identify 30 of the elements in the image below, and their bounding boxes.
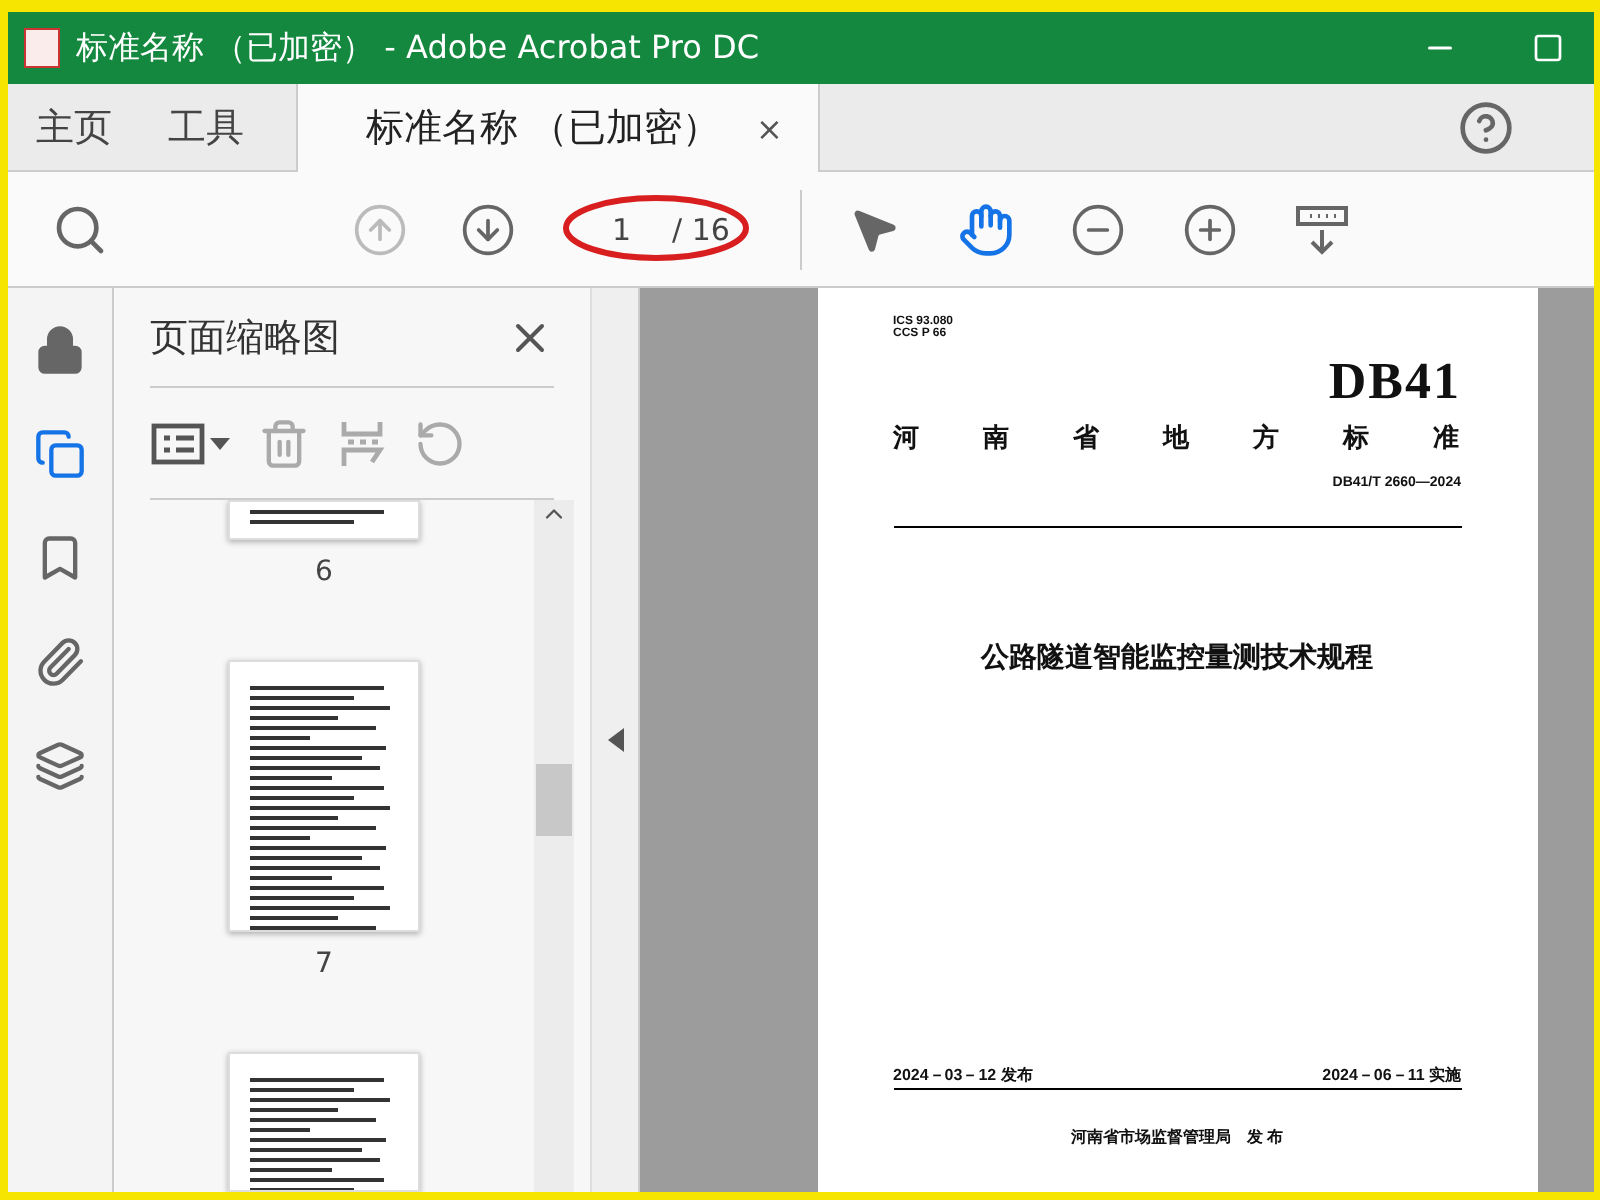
lock-icon[interactable] bbox=[34, 324, 86, 376]
standard-category: 河南省地方标准 bbox=[893, 420, 1461, 456]
maximize-icon[interactable] bbox=[1532, 32, 1564, 64]
issuer: 河南省市场监督管理局 发 布 bbox=[1070, 1126, 1284, 1148]
tab-close-button[interactable]: × bbox=[756, 109, 783, 147]
page-number: 7 bbox=[315, 948, 333, 980]
page-thumbnail[interactable] bbox=[228, 1052, 420, 1192]
page-thumbnail[interactable] bbox=[228, 660, 420, 932]
app-icon bbox=[24, 28, 60, 68]
page-thumbnail[interactable] bbox=[228, 500, 420, 540]
list-options-icon[interactable] bbox=[150, 419, 230, 467]
attachment-icon[interactable] bbox=[34, 636, 86, 688]
tab[interactable]: 工具 bbox=[140, 84, 272, 170]
issue-date: 2024－03－12 发布 bbox=[893, 1064, 1033, 1086]
layers-icon[interactable] bbox=[34, 740, 86, 792]
page-number-field[interactable]: 1 bbox=[612, 211, 644, 247]
page-total: / 16 bbox=[672, 211, 730, 247]
tab[interactable]: 标准名称 （已加密） × bbox=[296, 84, 821, 172]
collapse-arrow-icon[interactable] bbox=[607, 728, 623, 752]
scrollbar[interactable] bbox=[534, 500, 574, 1192]
document-title: 公路隧道智能监控量测技术规程 bbox=[981, 640, 1373, 676]
tab[interactable]: 主页 bbox=[8, 84, 140, 170]
page-number: 6 bbox=[315, 556, 333, 588]
window-title: 标准名称 （已加密） - Adobe Acrobat Pro DC bbox=[76, 27, 761, 69]
scrollbar-thumb[interactable] bbox=[536, 764, 572, 836]
standard-code: DB41 bbox=[1328, 352, 1461, 412]
help-icon[interactable] bbox=[1458, 99, 1514, 155]
panel-title: 页面缩略图 bbox=[150, 313, 340, 363]
effective-date: 2024－06－11 实施 bbox=[1322, 1064, 1461, 1086]
pages-icon[interactable] bbox=[34, 428, 86, 480]
